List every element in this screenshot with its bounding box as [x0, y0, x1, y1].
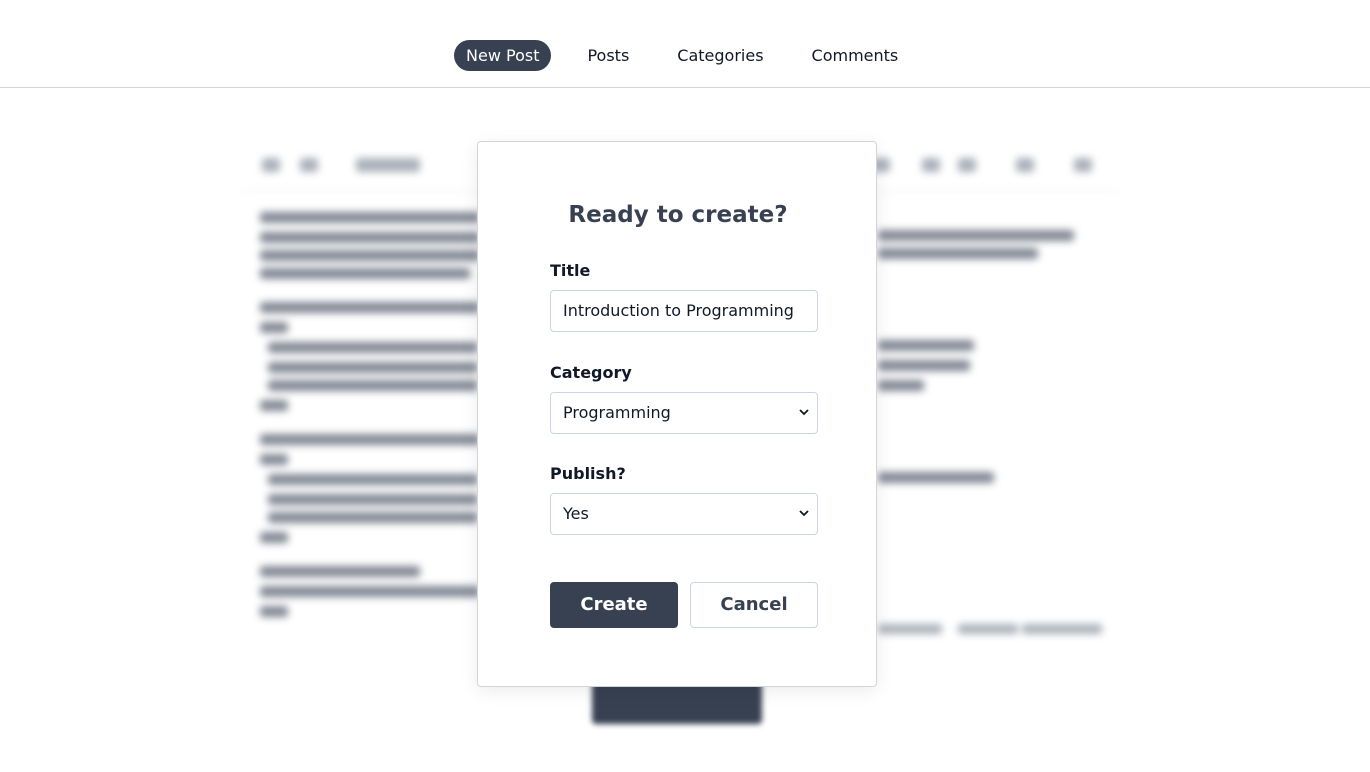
chevron-down-icon — [799, 494, 809, 534]
image-icon — [958, 158, 976, 172]
editor-text-line — [260, 250, 480, 261]
editor-text-line — [260, 302, 480, 313]
editor-text-line — [878, 360, 970, 371]
nav-links: New Post Posts Categories Comments — [454, 40, 934, 71]
nav-item-categories[interactable]: Categories — [665, 40, 775, 71]
publish-label: Publish? — [550, 464, 626, 483]
publish-select[interactable]: Yes — [550, 493, 818, 535]
editor-text-line — [268, 512, 478, 523]
editor-text-line — [260, 566, 420, 577]
editor-text-line — [260, 322, 288, 333]
editor-status — [878, 624, 942, 634]
create-post-dialog: Ready to create? Title Introduction to P… — [477, 141, 877, 687]
undo-icon — [262, 158, 280, 172]
editor-text-line — [260, 434, 480, 445]
category-select-value: Programming — [563, 403, 671, 422]
editor-text-line — [268, 474, 478, 485]
editor-text-line — [260, 606, 288, 617]
toolbar-icon — [922, 158, 940, 172]
editor-text-line — [268, 380, 478, 391]
editor-text-line — [878, 380, 924, 391]
category-select[interactable]: Programming — [550, 392, 818, 434]
top-navbar: New Post Posts Categories Comments — [0, 0, 1370, 88]
editor-text-line — [260, 232, 480, 243]
editor-text-line — [260, 586, 480, 597]
cancel-button[interactable]: Cancel — [690, 582, 818, 628]
editor-text-line — [268, 362, 478, 373]
title-label: Title — [550, 261, 591, 280]
nav-item-posts[interactable]: Posts — [575, 40, 641, 71]
nav-item-new-post[interactable]: New Post — [454, 40, 552, 71]
title-input[interactable]: Introduction to Programming — [550, 290, 818, 332]
editor-text-line — [878, 248, 1038, 259]
title-input-value: Introduction to Programming — [563, 301, 794, 320]
editor-text-line — [268, 342, 478, 353]
editor-status — [1022, 624, 1102, 634]
editor-text-line — [260, 212, 480, 223]
chevron-down-icon — [799, 393, 809, 433]
dialog-title: Ready to create? — [568, 202, 788, 228]
editor-text-line — [878, 340, 974, 351]
category-label: Category — [550, 363, 632, 382]
format-dropdown — [356, 158, 420, 172]
redo-icon — [300, 158, 318, 172]
editor-status — [958, 624, 1018, 634]
toolbar-icon — [1016, 158, 1034, 172]
nav-item-comments[interactable]: Comments — [800, 40, 911, 71]
publish-select-value: Yes — [563, 504, 589, 523]
editor-text-line — [260, 532, 288, 543]
create-button[interactable]: Create — [550, 582, 678, 628]
editor-text-line — [878, 472, 994, 483]
editor-text-line — [878, 230, 1074, 241]
editor-text-line — [260, 268, 470, 279]
toolbar-icon — [1074, 158, 1092, 172]
editor-text-line — [260, 400, 288, 411]
editor-text-line — [268, 494, 478, 505]
editor-text-line — [260, 454, 288, 465]
